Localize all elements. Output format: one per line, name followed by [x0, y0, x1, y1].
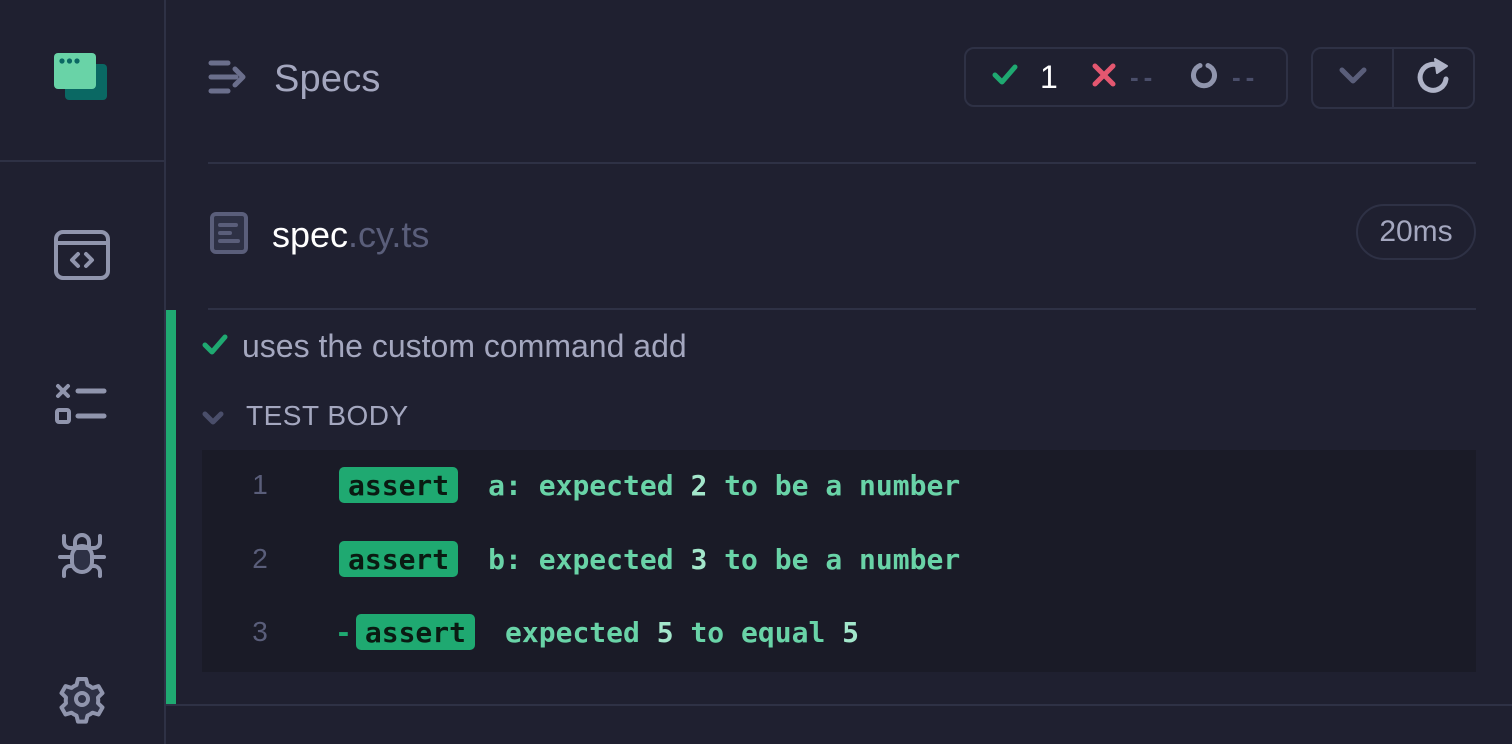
pending-count: --	[1232, 61, 1260, 92]
spec-duration-badge: 20ms	[1356, 204, 1476, 260]
test-block: uses the custom command add TEST BODY 1 …	[166, 310, 1512, 704]
refresh-icon	[1417, 57, 1451, 100]
message-text: expected	[505, 615, 657, 649]
x-icon	[1092, 63, 1116, 92]
test-body-section-toggle[interactable]: TEST BODY	[202, 400, 409, 432]
stat-pending: --	[1190, 49, 1259, 105]
test-status-bar	[166, 310, 176, 704]
specs-header: Specs 1 -- --	[208, 0, 1476, 164]
spec-file-extension: .cy.ts	[348, 214, 430, 255]
command-number: 1	[252, 469, 268, 500]
spec-file-name[interactable]: spec.cy.ts	[272, 214, 429, 256]
command-content: - assert expected 5 to equal 5	[335, 614, 859, 650]
command-message: expected 5 to equal 5	[505, 616, 859, 649]
sidebar-item-specs[interactable]	[0, 230, 164, 287]
check-icon	[992, 63, 1018, 92]
passed-count: 1	[1040, 58, 1058, 95]
bug-icon	[54, 526, 110, 585]
command-message: a: expected 2 to be a number	[488, 469, 960, 502]
message-text: to be a number	[707, 468, 961, 502]
command-row[interactable]: 2 assert b: expected 3 to be a number	[202, 534, 1476, 584]
section-label: TEST BODY	[246, 400, 409, 431]
command-message: b: expected 3 to be a number	[488, 543, 960, 576]
pending-spinner-icon	[1190, 61, 1218, 94]
command-number: 2	[252, 543, 268, 574]
main-panel: Specs 1 -- -- spec.cy.ts 20ms uses the c…	[166, 0, 1512, 744]
spec-file-base: spec	[272, 214, 349, 255]
chevron-down-icon	[202, 400, 224, 432]
spec-file-row: spec.cy.ts 20ms	[208, 162, 1476, 310]
command-name-badge: assert	[339, 541, 459, 577]
command-prefix: -	[335, 615, 352, 649]
sidebar-item-settings[interactable]	[0, 672, 164, 731]
sidebar-item-runs[interactable]	[0, 382, 164, 433]
page-title: Specs	[274, 58, 381, 100]
message-value: 3	[690, 542, 708, 576]
code-window-icon	[54, 230, 110, 287]
specs-list-icon[interactable]	[208, 59, 248, 100]
check-icon	[202, 328, 228, 365]
rerun-button[interactable]	[1392, 49, 1473, 107]
command-number: 3	[252, 616, 268, 647]
document-icon	[210, 212, 248, 259]
test-stats: 1 -- --	[964, 47, 1288, 107]
command-name-badge: assert	[355, 614, 476, 650]
header-title: Specs	[208, 58, 381, 101]
command-content: assert b: expected 3 to be a number	[335, 541, 960, 577]
command-row[interactable]: 1 assert a: expected 2 to be a number	[202, 460, 1476, 510]
message-value: 2	[690, 468, 708, 502]
sidebar	[0, 0, 166, 744]
failed-count: --	[1130, 61, 1158, 92]
logo-area	[0, 0, 164, 162]
app-logo-icon[interactable]	[54, 52, 110, 108]
message-text: to equal	[673, 615, 843, 649]
message-text: a: expected	[488, 468, 691, 502]
test-title-label: uses the custom command add	[242, 328, 687, 364]
stat-passed: 1	[992, 49, 1058, 105]
divider	[166, 704, 1512, 706]
test-results-icon	[54, 382, 110, 433]
message-value: 5	[842, 615, 860, 649]
command-content: assert a: expected 2 to be a number	[335, 467, 960, 503]
command-log: 1 assert a: expected 2 to be a number 2 …	[202, 450, 1476, 672]
command-row[interactable]: 3 - assert expected 5 to equal 5	[202, 607, 1476, 657]
message-text: to be a number	[707, 542, 961, 576]
test-title[interactable]: uses the custom command add	[202, 328, 687, 365]
header-actions	[1311, 47, 1475, 109]
gear-icon	[55, 672, 109, 731]
stat-failed: --	[1092, 49, 1157, 105]
expand-collapse-button[interactable]	[1313, 49, 1392, 107]
chevron-down-icon	[1338, 66, 1368, 91]
sidebar-item-debug[interactable]	[0, 526, 164, 585]
message-text: b: expected	[488, 542, 691, 576]
message-value: 5	[656, 615, 674, 649]
command-name-badge: assert	[339, 467, 459, 503]
